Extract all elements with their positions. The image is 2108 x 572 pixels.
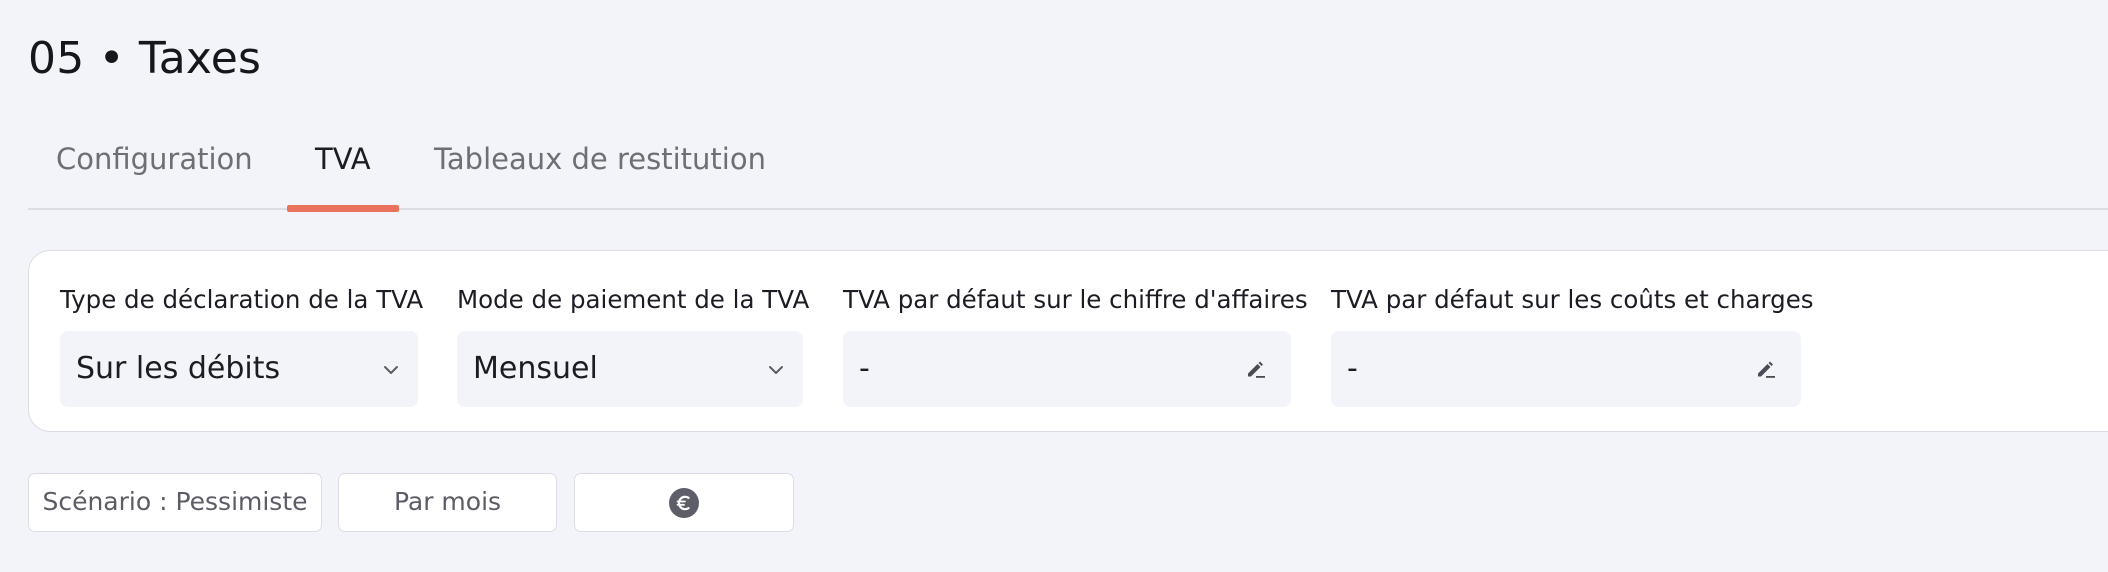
chevron-down-icon (769, 366, 783, 374)
page-title: 05 • Taxes (28, 33, 262, 84)
edit-icon[interactable] (1245, 358, 1267, 380)
default-vat-revenue-field: TVA par défaut sur le chiffre d'affaires… (843, 285, 1308, 407)
tab-configuration[interactable]: Configuration (28, 132, 281, 210)
active-tab-indicator (287, 205, 399, 212)
tab-tableaux-de-restitution[interactable]: Tableaux de restitution (406, 132, 794, 210)
default-vat-revenue-value: - (859, 351, 870, 386)
scenario-selector-button[interactable]: Scénario : Pessimiste (28, 473, 322, 532)
tab-label: TVA (315, 142, 371, 176)
tab-label: Tableaux de restitution (434, 142, 766, 176)
chevron-down-icon (384, 366, 398, 374)
euro-icon (669, 487, 699, 518)
declaration-type-label: Type de déclaration de la TVA (60, 285, 424, 314)
default-vat-revenue-label: TVA par défaut sur le chiffre d'affaires (843, 285, 1308, 314)
edit-icon[interactable] (1755, 358, 1777, 380)
default-vat-costs-value: - (1347, 351, 1358, 386)
payment-mode-select[interactable]: Mensuel (457, 331, 803, 407)
tab-bar: Configuration TVA Tableaux de restitutio… (28, 132, 2108, 212)
scenario-label: Scénario : Pessimiste (42, 487, 308, 516)
declaration-type-field: Type de déclaration de la TVA Sur les dé… (60, 285, 424, 407)
declaration-type-select[interactable]: Sur les débits (60, 331, 418, 407)
payment-mode-field: Mode de paiement de la TVA Mensuel (457, 285, 810, 407)
tab-label: Configuration (56, 142, 253, 176)
default-vat-revenue-input[interactable]: - (843, 331, 1291, 407)
currency-toggle-button[interactable] (574, 473, 794, 532)
period-label: Par mois (393, 487, 502, 516)
tva-settings-card: Type de déclaration de la TVA Sur les dé… (28, 250, 2108, 432)
payment-mode-label: Mode de paiement de la TVA (457, 285, 810, 314)
tab-tva[interactable]: TVA (287, 132, 399, 212)
default-vat-costs-field: TVA par défaut sur les coûts et charges … (1331, 285, 1814, 407)
period-selector-button[interactable]: Par mois (338, 473, 557, 532)
taxes-page: 05 • Taxes Configuration TVA Tableaux de… (0, 0, 2108, 572)
default-vat-costs-input[interactable]: - (1331, 331, 1801, 407)
payment-mode-value: Mensuel (473, 351, 598, 386)
declaration-type-value: Sur les débits (76, 351, 281, 386)
default-vat-costs-label: TVA par défaut sur les coûts et charges (1331, 285, 1814, 314)
